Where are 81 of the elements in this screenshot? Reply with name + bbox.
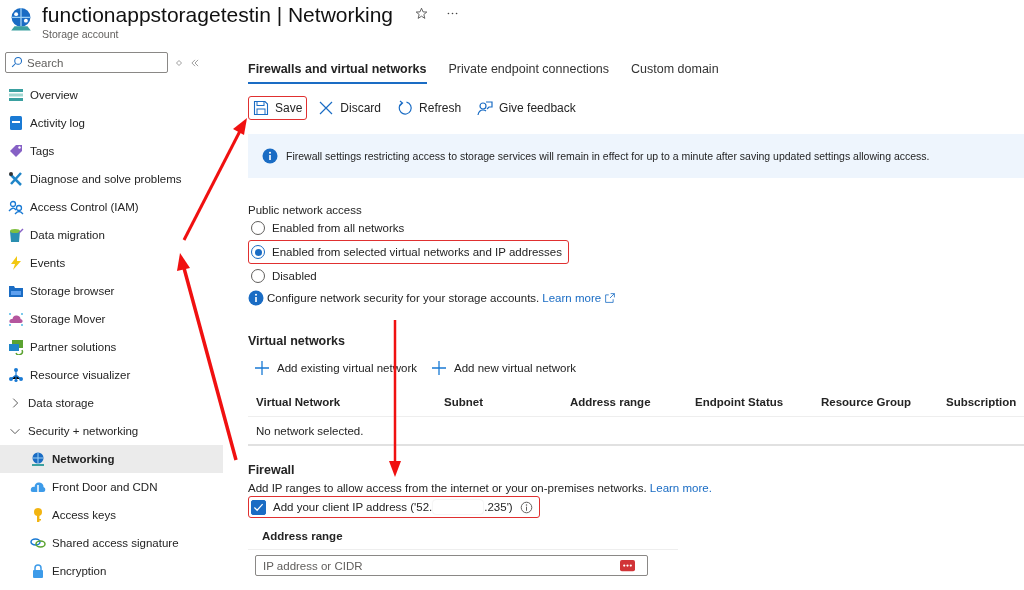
- sidebar-item[interactable]: Overview: [0, 81, 223, 109]
- cloud-icon: [8, 311, 24, 327]
- ip-address-field[interactable]: IP address or CIDR: [255, 555, 648, 576]
- cloud-icon: [30, 479, 46, 495]
- learn-more-link[interactable]: Learn more.: [649, 482, 712, 494]
- sidebar-item[interactable]: Events: [0, 249, 223, 277]
- toolbar-button[interactable]: Give feedback: [472, 96, 581, 120]
- star-icon: [415, 7, 428, 20]
- column-header: Endpoint Status: [695, 396, 785, 408]
- sidebar-item[interactable]: Partner solutions: [0, 333, 223, 361]
- banner-text: Firewall settings restricting access to storage services will remain in effect for up to a minute after saving updated settings allowing access.: [286, 150, 930, 162]
- save-icon: [253, 100, 269, 116]
- window-icon: [8, 339, 24, 355]
- radio-option[interactable]: Enabled from selected virtual networks and IP addresses: [248, 240, 569, 264]
- sidebar-item[interactable]: Data storage: [0, 389, 223, 417]
- info-text: Configure network security for your storage accounts.: [267, 292, 540, 304]
- diamond-icon: [174, 57, 184, 68]
- lightning-icon: [8, 255, 24, 271]
- sidebar-item[interactable]: Encryption: [0, 557, 223, 585]
- toolbar-button[interactable]: Refresh: [392, 96, 467, 120]
- toolbar-button[interactable]: Save: [248, 96, 308, 120]
- radio-option[interactable]: Disabled: [248, 264, 324, 288]
- log-icon: [8, 115, 24, 131]
- link-icon: [30, 535, 46, 551]
- collapse-icon: [190, 57, 200, 68]
- info-outline-icon: [519, 500, 533, 514]
- sidebar-item[interactable]: Access Control (IAM): [0, 193, 223, 221]
- tab[interactable]: Private endpoint connections: [448, 62, 610, 84]
- people-icon: [8, 199, 24, 215]
- close-icon: [318, 100, 335, 116]
- sidebar-item[interactable]: Front Door and CDN: [0, 473, 223, 501]
- lock-icon: [30, 563, 46, 579]
- info-icon: [262, 148, 278, 164]
- sidebar-item[interactable]: Storage Mover: [0, 305, 223, 333]
- description-text: Add IP ranges to allow access from the internet or your on-premises networks.: [248, 482, 647, 494]
- page-title: functionappstoragetestin | Networking: [42, 2, 393, 28]
- section-heading: Virtual networks: [248, 334, 347, 348]
- column-header: Virtual Network: [256, 396, 342, 408]
- hierarchy-icon: [8, 367, 24, 383]
- field-label: Public network access: [248, 204, 363, 216]
- sidebar-item[interactable]: Storage browser: [0, 277, 223, 305]
- toolbar-button[interactable]: Discard: [313, 96, 387, 120]
- section-heading: Firewall: [248, 463, 296, 477]
- tab[interactable]: Custom domain: [631, 62, 719, 84]
- folder-icon: [8, 283, 24, 299]
- sidebar-item[interactable]: Activity log: [0, 109, 223, 137]
- checkbox[interactable]: [251, 499, 266, 515]
- tag-icon: [8, 143, 24, 159]
- checkbox-label: .235'): [484, 501, 513, 513]
- sidebar-item[interactable]: Resource visualizer: [0, 361, 223, 389]
- tab[interactable]: Firewalls and virtual networks: [248, 62, 427, 84]
- bucket-icon: [8, 227, 24, 243]
- plus-icon: [431, 360, 447, 376]
- sidebar-item[interactable]: Networking: [0, 445, 223, 473]
- feedback-icon: [477, 100, 494, 116]
- radio-option[interactable]: Enabled from all networks: [248, 216, 412, 240]
- column-header: Subscription: [946, 396, 1018, 408]
- overview-icon: [8, 87, 24, 103]
- refresh-icon: [397, 100, 414, 116]
- sidebar-item[interactable]: Security + networking: [0, 417, 223, 445]
- search-field[interactable]: Search: [5, 52, 168, 73]
- sidebar-item[interactable]: Shared access signature: [0, 529, 223, 557]
- globe-icon: [30, 451, 46, 467]
- column-header: Address range: [248, 522, 678, 550]
- sidebar-item[interactable]: Access keys: [0, 501, 223, 529]
- info-icon: [248, 290, 264, 306]
- page-subtitle: Storage account: [42, 28, 120, 40]
- empty-message: No network selected.: [256, 424, 364, 437]
- sidebar-item[interactable]: Diagnose and solve problems: [0, 165, 223, 193]
- search-icon: [11, 56, 23, 68]
- learn-more-link[interactable]: Learn more: [542, 292, 616, 304]
- checkbox-label: Add your client IP address ('52.: [273, 501, 433, 513]
- sidebar-item[interactable]: Tags: [0, 137, 223, 165]
- external-link-icon: [605, 293, 616, 303]
- add-button[interactable]: Add new virtual network: [431, 360, 577, 376]
- column-header: Subnet: [444, 396, 484, 408]
- sidebar-item[interactable]: Data migration: [0, 221, 223, 249]
- column-header: Address range: [570, 396, 652, 408]
- column-header: Resource Group: [821, 396, 913, 408]
- tools-icon: [8, 171, 24, 187]
- plus-icon: [254, 360, 270, 376]
